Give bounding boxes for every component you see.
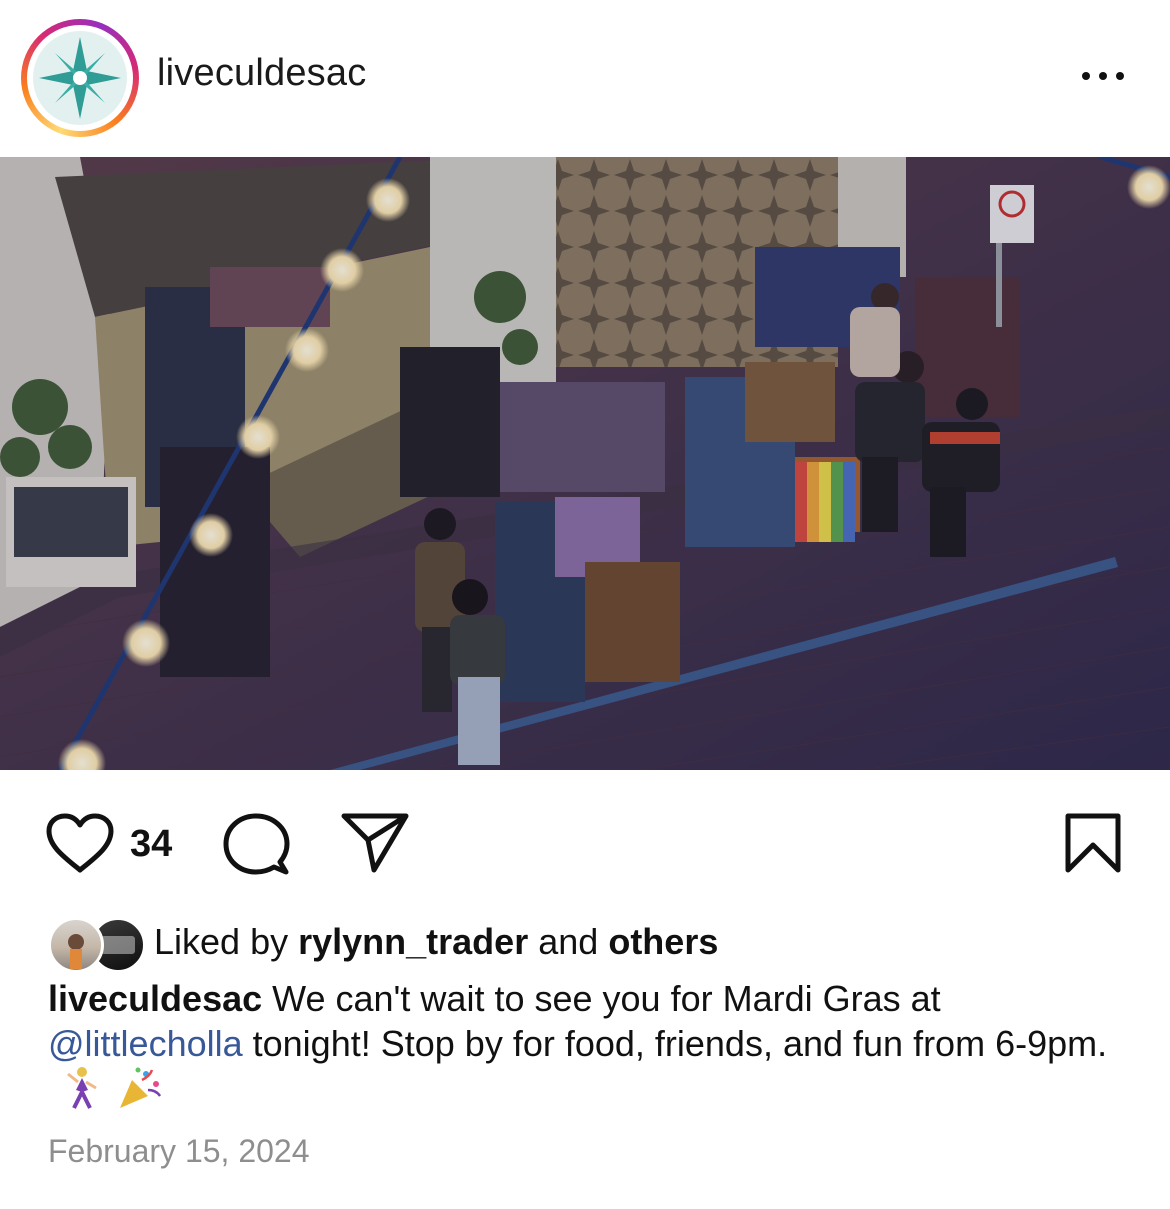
post-username[interactable]: liveculdesac xyxy=(157,52,366,95)
post-date: February 15, 2024 xyxy=(48,1133,310,1169)
profile-avatar[interactable] xyxy=(21,19,139,137)
avatar[interactable] xyxy=(48,917,104,973)
like-count[interactable]: 34 xyxy=(130,823,172,866)
liked-by-text: Liked by rylynn_trader and others xyxy=(154,921,719,962)
likes-summary: Liked by rylynn_trader and others xyxy=(48,915,1148,973)
caption-text: tonight! Stop by for food, friends, and … xyxy=(252,1023,1108,1064)
mention-link[interactable]: @littlecholla xyxy=(48,1023,243,1064)
bookmark-icon[interactable] xyxy=(1064,812,1122,879)
caption-username[interactable]: liveculdesac xyxy=(48,978,262,1019)
liked-by-user[interactable]: rylynn_trader xyxy=(298,921,528,962)
party-popper-emoji xyxy=(116,1066,162,1120)
more-options-icon[interactable] xyxy=(1070,56,1136,96)
caption-text: We can't wait to see you for Mardi Gras … xyxy=(272,978,941,1019)
post-image[interactable] xyxy=(0,157,1170,770)
compass-star-icon xyxy=(33,31,127,125)
dancer-emoji xyxy=(62,1066,102,1120)
heart-icon[interactable] xyxy=(44,812,116,881)
share-icon[interactable] xyxy=(340,812,410,879)
action-bar xyxy=(0,790,1170,900)
comment-icon[interactable] xyxy=(222,812,290,881)
post-header: liveculdesac xyxy=(0,0,1170,157)
liked-by-others[interactable]: others xyxy=(608,921,718,962)
post-caption: liveculdesac We can't wait to see you fo… xyxy=(48,976,1128,1120)
